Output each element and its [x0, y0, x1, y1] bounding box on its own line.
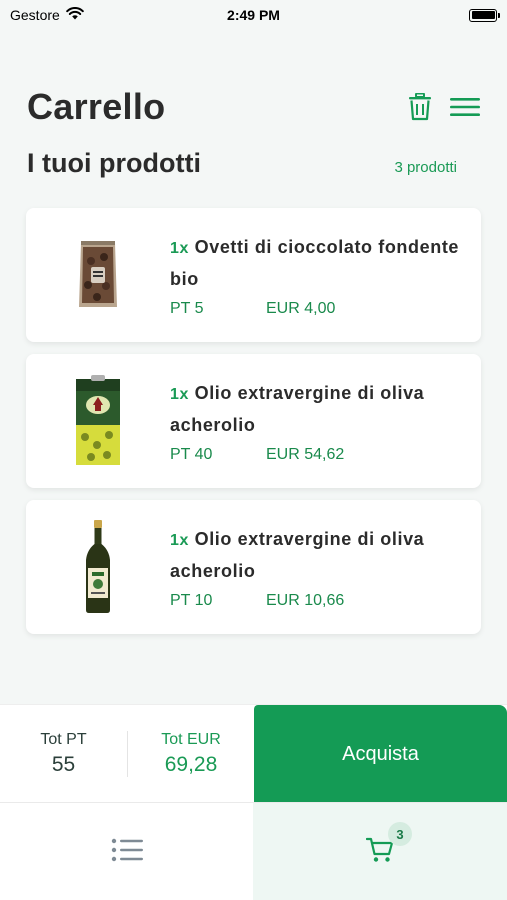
menu-icon[interactable] — [450, 96, 480, 118]
cart-item-meta: PT 5 EUR 4,00 — [170, 300, 461, 318]
cart-item[interactable]: 1x Ovetti di cioccolato fondente bio PT … — [26, 208, 481, 342]
product-count: 3 prodotti — [394, 159, 457, 176]
cart-item-meta: PT 40 EUR 54,62 — [170, 446, 461, 464]
checkout-bar: Tot PT 55 Tot EUR 69,28 Acquista — [0, 704, 507, 803]
total-eur-value: 69,28 — [164, 752, 218, 776]
item-name: Olio extravergine di oliva acherolio — [170, 383, 425, 435]
totals: Tot PT 55 Tot EUR 69,28 — [0, 705, 254, 802]
item-quantity: 1x — [170, 532, 189, 549]
cart-item[interactable]: 1x Olio extravergine di oliva acherolio … — [26, 500, 481, 634]
total-points: Tot PT 55 — [0, 731, 127, 777]
item-quantity: 1x — [170, 386, 189, 403]
item-points: PT 10 — [170, 592, 213, 609]
status-bar: Gestore 2:49 PM — [0, 0, 507, 30]
tab-cart[interactable]: 3 — [253, 803, 507, 900]
item-quantity: 1x — [170, 240, 189, 257]
total-points-value: 55 — [51, 752, 76, 776]
tab-list[interactable] — [0, 803, 253, 900]
item-name: Olio extravergine di oliva acherolio — [170, 529, 425, 581]
header: Carrello — [27, 82, 480, 132]
cart-list: 1x Ovetti di cioccolato fondente bio PT … — [26, 208, 481, 646]
chocolate-bag-image — [26, 208, 170, 342]
section-header: I tuoi prodotti 3 prodotti — [27, 148, 457, 179]
total-eur: Tot EUR 69,28 — [127, 730, 254, 777]
item-points: PT 40 — [170, 446, 213, 463]
item-points: PT 5 — [170, 300, 204, 317]
cart-item-meta: PT 10 EUR 10,66 — [170, 592, 461, 610]
cart-item-title: 1x Ovetti di cioccolato fondente bio — [170, 232, 461, 294]
olive-oil-bottle-image — [26, 500, 170, 634]
header-actions — [408, 93, 480, 121]
battery-icon — [469, 8, 500, 22]
trash-icon[interactable] — [408, 93, 432, 121]
status-left: Gestore — [10, 7, 84, 23]
total-eur-label: Tot EUR — [161, 730, 221, 748]
list-icon — [111, 838, 143, 867]
cart-item-info: 1x Olio extravergine di oliva acherolio … — [170, 524, 481, 610]
cart-item-title: 1x Olio extravergine di oliva acherolio — [170, 524, 461, 586]
cart-item[interactable]: 1x Olio extravergine di oliva acherolio … — [26, 354, 481, 488]
item-price: EUR 54,62 — [266, 446, 345, 463]
cart-item-info: 1x Ovetti di cioccolato fondente bio PT … — [170, 232, 481, 318]
item-name: Ovetti di cioccolato fondente bio — [170, 237, 460, 289]
cart-screen: Gestore 2:49 PM Carrello I tuoi prodotti… — [0, 0, 507, 900]
cart-count-badge: 3 — [388, 822, 412, 846]
olive-oil-tin-image — [26, 354, 170, 488]
total-points-label: Tot PT — [40, 730, 87, 748]
item-price: EUR 4,00 — [266, 300, 336, 317]
buy-button[interactable]: Acquista — [254, 705, 507, 803]
page-title: Carrello — [27, 86, 166, 127]
tab-bar: 3 — [0, 802, 507, 900]
section-title: I tuoi prodotti — [27, 148, 201, 178]
cart-item-info: 1x Olio extravergine di oliva acherolio … — [170, 378, 481, 464]
carrier-label: Gestore — [10, 7, 60, 23]
item-price: EUR 10,66 — [266, 592, 345, 609]
wifi-icon — [66, 7, 84, 23]
cart-item-title: 1x Olio extravergine di oliva acherolio — [170, 378, 461, 440]
